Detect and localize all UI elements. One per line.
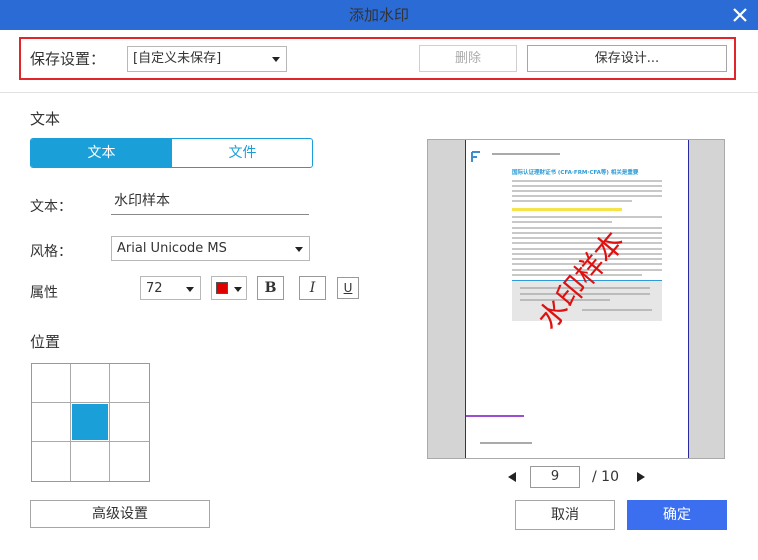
save-design-button[interactable]: 保存设计... bbox=[527, 45, 727, 72]
save-settings-label: 保存设置： bbox=[30, 50, 106, 68]
position-grid bbox=[31, 363, 150, 482]
position-cell[interactable] bbox=[71, 364, 110, 403]
position-cell[interactable] bbox=[110, 442, 149, 481]
divider bbox=[0, 92, 758, 93]
dialog-title: 添加水印 bbox=[348, 6, 409, 24]
preview-page: 国际认证理财证书 (CFA·FRM·CFA等) 相关是重要 水印样本 bbox=[465, 140, 689, 458]
font-size-value: 72 bbox=[146, 281, 163, 296]
color-swatch bbox=[216, 282, 228, 294]
position-cell[interactable] bbox=[71, 442, 110, 481]
chevron-down-icon bbox=[295, 247, 303, 252]
page-total: / 10 bbox=[592, 469, 619, 485]
page-logo-icon bbox=[471, 151, 480, 162]
bold-button[interactable]: B bbox=[257, 276, 284, 300]
font-size-select[interactable]: 72 bbox=[140, 276, 201, 300]
close-icon[interactable] bbox=[730, 5, 750, 25]
position-cell[interactable] bbox=[32, 364, 71, 403]
source-toggle: 文本 文件 bbox=[30, 138, 313, 168]
preview-heading: 国际认证理财证书 (CFA·FRM·CFA等) 相关是重要 bbox=[512, 170, 639, 176]
position-cell-selected[interactable] bbox=[71, 403, 110, 442]
chevron-down-icon bbox=[186, 287, 194, 292]
save-settings-value: [自定义未保存] bbox=[133, 51, 222, 66]
chevron-down-icon bbox=[234, 287, 242, 292]
text-label: 文本： bbox=[30, 199, 72, 215]
delete-button[interactable]: 删除 bbox=[419, 45, 517, 72]
attributes-label: 属性 bbox=[30, 285, 58, 301]
next-page-icon[interactable] bbox=[636, 471, 646, 483]
cancel-button[interactable]: 取消 bbox=[515, 500, 615, 530]
position-cell[interactable] bbox=[110, 364, 149, 403]
page-rule bbox=[466, 415, 524, 417]
underline-button[interactable]: U bbox=[337, 277, 359, 299]
position-cell[interactable] bbox=[32, 403, 71, 442]
tab-text[interactable]: 文本 bbox=[31, 139, 172, 167]
position-cell[interactable] bbox=[32, 442, 71, 481]
advanced-settings-button[interactable]: 高级设置 bbox=[30, 500, 210, 528]
watermark-text-input[interactable]: 水印样本 bbox=[111, 190, 309, 215]
chevron-down-icon bbox=[272, 57, 280, 62]
ok-button[interactable]: 确定 bbox=[627, 500, 727, 530]
position-heading: 位置 bbox=[30, 333, 61, 351]
save-settings-select[interactable]: [自定义未保存] bbox=[127, 46, 287, 72]
italic-button[interactable]: I bbox=[299, 276, 326, 300]
page-number-input[interactable]: 9 bbox=[530, 466, 580, 488]
font-value: Arial Unicode MS bbox=[117, 241, 227, 256]
color-picker[interactable] bbox=[211, 276, 247, 300]
previous-page-icon[interactable] bbox=[507, 471, 517, 483]
tab-file[interactable]: 文件 bbox=[172, 139, 312, 167]
position-cell[interactable] bbox=[110, 403, 149, 442]
text-section-heading: 文本 bbox=[30, 110, 61, 128]
style-label: 风格： bbox=[30, 244, 72, 260]
font-select[interactable]: Arial Unicode MS bbox=[111, 236, 310, 261]
